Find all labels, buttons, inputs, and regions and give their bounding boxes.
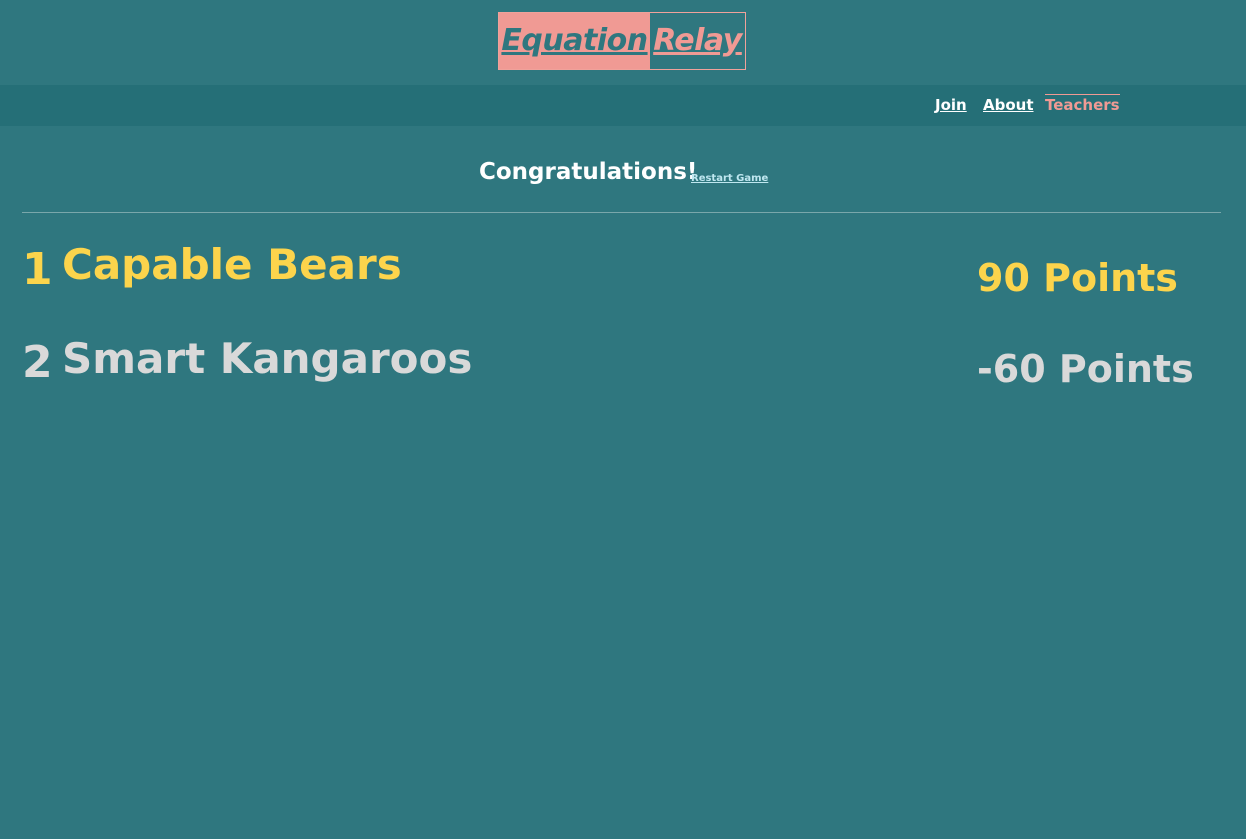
team-name: Smart Kangaroos: [62, 334, 473, 383]
site-header: Equation Relay: [0, 0, 1246, 85]
team-name: Capable Bears: [62, 240, 402, 289]
nav-link-teachers[interactable]: Teachers: [1045, 94, 1120, 114]
team-points: -60 Points: [977, 347, 1194, 391]
logo-text-equation[interactable]: Equation: [499, 13, 650, 69]
results-title: Congratulations!: [479, 159, 698, 185]
team-points: 90 Points: [977, 256, 1178, 300]
nav-bar: Join About Teachers: [0, 85, 1246, 126]
nav-link-join[interactable]: Join: [935, 96, 967, 114]
nav-link-about[interactable]: About: [983, 96, 1034, 114]
rank-number: 2: [22, 337, 53, 388]
divider: [22, 212, 1221, 213]
logo-text-relay[interactable]: Relay: [650, 13, 745, 69]
rank-number: 1: [22, 244, 53, 295]
restart-game-link[interactable]: Restart Game: [691, 173, 768, 184]
site-logo[interactable]: Equation Relay: [498, 12, 746, 70]
